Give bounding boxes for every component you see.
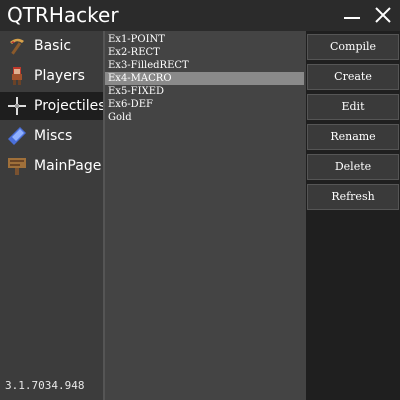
- sidebar-item-miscs[interactable]: Miscs: [0, 122, 103, 150]
- sidebar-item-mainpage[interactable]: MainPage: [0, 152, 103, 180]
- edit-button[interactable]: Edit: [307, 94, 399, 120]
- minimize-icon: [344, 17, 360, 19]
- list-item[interactable]: Ex1-POINT: [105, 33, 304, 46]
- refresh-button[interactable]: Refresh: [307, 184, 399, 210]
- sidebar-item-label: Projectiles: [34, 98, 106, 114]
- list-item[interactable]: Gold: [105, 111, 304, 124]
- close-button[interactable]: [374, 6, 392, 24]
- player-icon: [12, 67, 22, 85]
- compile-button[interactable]: Compile: [307, 34, 399, 60]
- action-panel: Compile Create Edit Rename Delete Refres…: [306, 31, 400, 400]
- signpost-icon: [8, 158, 26, 175]
- list-item[interactable]: Ex5-FIXED: [105, 85, 304, 98]
- close-icon: [375, 7, 391, 23]
- sidebar-item-label: MainPage: [34, 158, 102, 174]
- list-item[interactable]: Ex6-DEF: [105, 98, 304, 111]
- script-list[interactable]: Ex1-POINT Ex2-RECT Ex3-FilledRECT Ex4-MA…: [103, 31, 306, 400]
- list-item-selected[interactable]: Ex4-MACRO: [105, 72, 304, 85]
- title-bar[interactable]: QTRHacker: [0, 0, 400, 30]
- version-label: 3.1.7034.948: [5, 379, 85, 392]
- sidebar-item-label: Miscs: [34, 128, 73, 144]
- sidebar-item-label: Players: [34, 68, 85, 84]
- sidebar-item-players[interactable]: Players: [0, 62, 103, 90]
- app-window: QTRHacker Basic Players Projectiles Misc…: [0, 0, 400, 400]
- crystal-icon: [8, 127, 26, 145]
- minimize-button[interactable]: [343, 6, 361, 24]
- window-title: QTRHacker: [7, 3, 119, 27]
- sidebar-item-projectiles[interactable]: Projectiles: [0, 92, 106, 120]
- crosshair-icon: [8, 97, 26, 115]
- delete-button[interactable]: Delete: [307, 154, 399, 180]
- create-button[interactable]: Create: [307, 64, 399, 90]
- list-item[interactable]: Ex2-RECT: [105, 46, 304, 59]
- pickaxe-icon: [10, 38, 24, 55]
- sidebar-item-basic[interactable]: Basic: [0, 32, 103, 60]
- sidebar: Basic Players Projectiles Miscs MainPage…: [0, 31, 106, 400]
- list-item[interactable]: Ex3-FilledRECT: [105, 59, 304, 72]
- sidebar-item-label: Basic: [34, 38, 72, 54]
- rename-button[interactable]: Rename: [307, 124, 399, 150]
